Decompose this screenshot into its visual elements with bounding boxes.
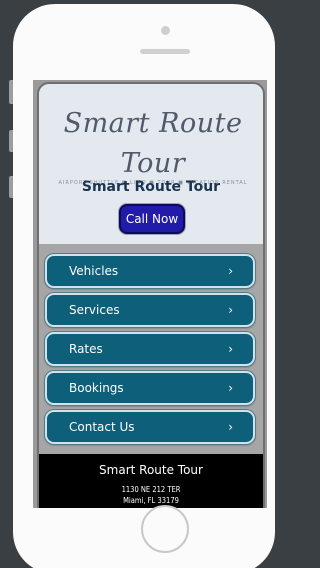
call-now-button[interactable]: Call Now (119, 204, 185, 234)
nav-item-bookings[interactable]: Bookings › (45, 371, 255, 405)
nav-item-services[interactable]: Services › (45, 293, 255, 327)
footer-address[interactable]: 1130 NE 212 TER Miami, FL 33179 (39, 484, 263, 506)
nav-item-rates[interactable]: Rates › (45, 332, 255, 366)
nav-item-label: Contact Us (69, 420, 135, 434)
camera-icon (161, 26, 170, 35)
nav-item-label: Bookings (69, 381, 124, 395)
logo-text: Smart Route Tour (63, 108, 243, 179)
footer: Smart Route Tour 1130 NE 212 TER Miami, … (39, 454, 263, 508)
page-container: Smart Route Tour AIRPORT SHUTTLE ■ LIMO … (37, 82, 265, 508)
logo[interactable]: Smart Route Tour AIRPORT SHUTTLE ■ LIMO … (47, 104, 259, 186)
nav-item-label: Services (69, 303, 120, 317)
nav-item-label: Vehicles (69, 264, 119, 278)
chevron-right-icon: › (228, 342, 233, 356)
phone-screen: Smart Route Tour AIRPORT SHUTTLE ■ LIMO … (33, 80, 267, 508)
chevron-right-icon: › (228, 381, 233, 395)
footer-business-name: Smart Route Tour (99, 463, 203, 477)
speaker-grille (140, 49, 190, 54)
nav-item-vehicles[interactable]: Vehicles › (45, 254, 255, 288)
home-button[interactable] (141, 505, 189, 553)
page-title: Smart Route Tour (81, 179, 221, 195)
chevron-right-icon: › (228, 264, 233, 278)
chevron-right-icon: › (228, 303, 233, 317)
footer-address-line1: 1130 NE 212 TER (121, 485, 181, 494)
chevron-right-icon: › (228, 420, 233, 434)
nav-item-label: Rates (69, 342, 103, 356)
nav-item-contact-us[interactable]: Contact Us › (45, 410, 255, 444)
nav-menu: Vehicles › Services › Rates › Bookings ›… (39, 244, 263, 454)
footer-address-line2: Miami, FL 33179 (123, 496, 179, 505)
